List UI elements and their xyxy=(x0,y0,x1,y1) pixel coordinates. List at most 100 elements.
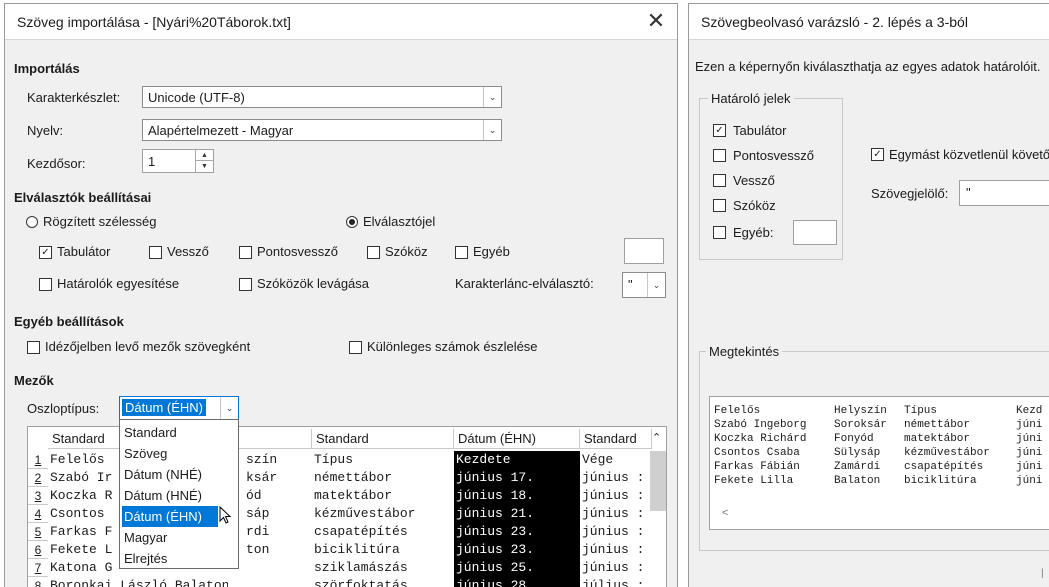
language-label: Nyelv: xyxy=(27,123,64,138)
start-row-stepper[interactable]: 1 ▲ ▼ xyxy=(142,149,214,173)
preview-cell: júni xyxy=(1016,419,1043,431)
other-separator-input[interactable] xyxy=(624,238,664,264)
consecutive-checkbox[interactable]: ✓ xyxy=(871,148,884,161)
row-number[interactable]: 6 xyxy=(28,541,48,559)
preview-cell: kézművestábor xyxy=(904,447,990,459)
column-type-select[interactable]: Dátum (ÉHN) ⌄ xyxy=(119,396,239,420)
import-heading: Importálás xyxy=(14,61,80,76)
preview-cell: júni xyxy=(1016,433,1043,445)
table-cell: június 25. xyxy=(456,560,535,575)
other-checkbox[interactable] xyxy=(455,246,468,259)
wizard-other-label: Egyéb: xyxy=(733,225,774,240)
table-cell: ksár xyxy=(246,470,278,485)
table-cell: június 23. xyxy=(456,542,535,557)
separated-radio[interactable] xyxy=(346,216,358,228)
row-number[interactable]: 1 xyxy=(28,451,48,469)
quoted-as-text-checkbox[interactable] xyxy=(27,341,40,354)
dialog-title: Szöveg importálása - [Nyári%20Táborok.tx… xyxy=(17,14,291,30)
scroll-up-icon[interactable]: ⌃ xyxy=(652,431,661,445)
close-icon[interactable]: ✕ xyxy=(645,8,667,34)
separators-heading: Elválasztók beállításai xyxy=(14,190,152,205)
dropdown-option[interactable]: Dátum (NHÉ) xyxy=(122,464,218,485)
preview-cell: Koczka Richárd xyxy=(714,433,807,445)
table-cell: június : xyxy=(582,488,645,503)
dropdown-option[interactable]: Szöveg xyxy=(122,443,218,464)
table-cell: ton xyxy=(246,542,270,557)
row-number[interactable]: 7 xyxy=(28,559,48,577)
wizard-space-checkbox[interactable] xyxy=(713,199,726,212)
preview-cell: Szabó Ingeborg xyxy=(714,419,807,431)
row-number[interactable]: 2 xyxy=(28,469,48,487)
wizard-comma-checkbox[interactable] xyxy=(713,174,726,187)
preview-cell: Fonyód xyxy=(834,433,874,445)
preview-cell: némettábor xyxy=(904,419,971,431)
start-row-label: Kezdősor: xyxy=(27,156,86,171)
preview-cell: Kezd xyxy=(1016,405,1043,417)
string-delimiter-select[interactable]: " ⌄ xyxy=(622,272,666,298)
table-cell: június : xyxy=(582,506,645,521)
preview-cell: Csontos Csaba xyxy=(714,447,800,459)
space-checkbox[interactable] xyxy=(367,246,380,259)
dropdown-option[interactable]: Dátum (HNÉ) xyxy=(122,485,218,506)
trim-spaces-checkbox[interactable] xyxy=(239,278,252,291)
preview-cell: Balaton xyxy=(834,475,881,487)
string-delimiter-label: Karakterlánc-elválasztó: xyxy=(455,276,594,291)
preview-cell: csapatépítés xyxy=(904,461,984,473)
column-header[interactable]: Dátum (ÉHN) xyxy=(454,429,580,449)
dropdown-option[interactable]: Elrejtés xyxy=(122,548,218,569)
dropdown-option[interactable]: Standard xyxy=(122,422,218,443)
detect-special-label: Különleges számok észlelése xyxy=(367,339,538,354)
column-header[interactable]: Standard xyxy=(580,429,652,449)
mouse-cursor-icon xyxy=(219,506,232,524)
column-type-value: Dátum (ÉHN) xyxy=(122,399,207,416)
table-cell: Kezdete xyxy=(456,452,511,467)
table-cell: Boronkai László Balaton xyxy=(50,578,228,587)
charset-select[interactable]: Unicode (UTF-8) ⌄ xyxy=(142,86,502,108)
wizard-semicolon-checkbox[interactable] xyxy=(713,149,726,162)
row-number[interactable]: 8 xyxy=(28,577,48,587)
text-qualifier-label: Szövegjelölő: xyxy=(871,186,949,201)
table-cell: Típus xyxy=(314,452,354,467)
spin-up-icon[interactable]: ▲ xyxy=(195,150,213,161)
wizard-tab-checkbox[interactable]: ✓ xyxy=(713,124,726,137)
table-cell: szörfoktatás xyxy=(314,578,408,587)
table-cell: sziklamászás xyxy=(314,560,408,575)
language-select[interactable]: Alapértelmezett - Magyar ⌄ xyxy=(142,119,502,141)
other-options-heading: Egyéb beállítások xyxy=(14,314,124,329)
tab-checkbox[interactable]: ✓ xyxy=(39,246,52,259)
column-type-dropdown: Standard Szöveg Dátum (NHÉ) Dátum (HNÉ) Dátu… xyxy=(119,419,239,569)
merge-delimiters-checkbox[interactable] xyxy=(39,278,52,291)
fixed-width-radio[interactable] xyxy=(26,216,38,228)
table-cell: június 18. xyxy=(456,488,535,503)
scroll-left-icon[interactable]: < xyxy=(722,507,728,519)
column-header[interactable]: Standard xyxy=(312,429,454,449)
data-preview: Felelős Helyszín Típus Kezd Szabó Ingeborg So… xyxy=(709,396,1049,530)
table-cell: szín xyxy=(246,452,278,467)
dropdown-option[interactable]: Magyar xyxy=(122,527,218,548)
comma-checkbox[interactable] xyxy=(149,246,162,259)
table-cell: rdi xyxy=(246,524,270,539)
semicolon-checkbox[interactable] xyxy=(239,246,252,259)
table-cell: június : xyxy=(582,524,645,539)
vertical-scrollbar[interactable] xyxy=(650,451,666,511)
table-cell: némettábor xyxy=(314,470,393,485)
text-qualifier-select[interactable]: " xyxy=(959,180,1049,206)
wizard-other-input[interactable] xyxy=(793,220,837,245)
row-number[interactable]: 4 xyxy=(28,505,48,523)
tab-label: Tabulátor xyxy=(57,244,111,259)
chevron-down-icon: ⌄ xyxy=(647,273,665,297)
table-cell xyxy=(244,559,308,577)
row-number[interactable]: 5 xyxy=(28,523,48,541)
detect-special-checkbox[interactable] xyxy=(349,341,362,354)
dropdown-option[interactable]: Dátum (ÉHN) xyxy=(122,506,218,527)
title-bar: Szövegbeolvasó varázsló - 2. lépés a 3-b… xyxy=(689,4,1049,40)
preview-cell: júni xyxy=(1016,447,1043,459)
space-label: Szóköz xyxy=(385,244,428,259)
column-type-label: Oszloptípus: xyxy=(27,401,100,416)
wizard-space-label: Szóköz xyxy=(733,198,776,213)
row-number[interactable]: 3 xyxy=(28,487,48,505)
table-cell: június 17. xyxy=(456,470,535,485)
spin-down-icon[interactable]: ▼ xyxy=(195,161,213,172)
wizard-other-checkbox[interactable] xyxy=(713,226,726,239)
semicolon-label: Pontosvessző xyxy=(257,244,338,259)
